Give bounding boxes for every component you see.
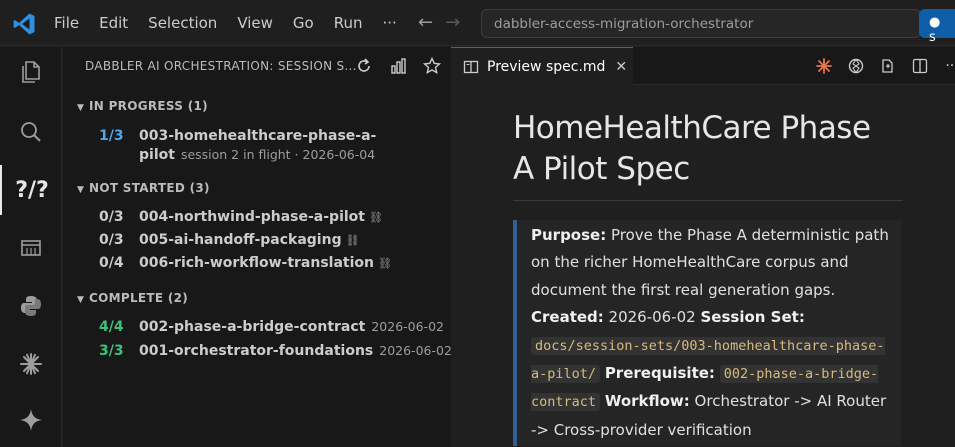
session-set-name: 006-rich-workflow-translation — [139, 255, 374, 271]
created-value: 2026-06-02 — [603, 308, 701, 327]
document-title: HomeHealthCare Phase A Pilot Spec — [513, 108, 903, 201]
tab-label: Preview spec.md — [487, 58, 606, 75]
chart-icon[interactable] — [387, 55, 409, 77]
section-complete[interactable]: ▼ COMPLETE (2) — [77, 291, 188, 305]
menu-file[interactable]: File — [44, 14, 89, 32]
preview-icon — [463, 60, 479, 73]
session-set-date: 2026-06-02 — [379, 343, 452, 358]
back-arrow-icon[interactable]: ← — [418, 12, 433, 33]
section-not-started[interactable]: ▼ NOT STARTED (3) — [77, 181, 210, 195]
menu-more[interactable]: ··· — [373, 14, 407, 32]
session-set-row-cont[interactable]: pilot session 2 in flight · 2026-06-04 — [99, 147, 375, 163]
progress-count: 0/4 — [99, 255, 124, 271]
session-set-name: 005-ai-handoff-packaging — [139, 232, 342, 248]
session-set-name: pilot — [139, 147, 175, 163]
created-label: Created: — [531, 308, 604, 327]
section-in-progress[interactable]: ▼ IN PROGRESS (1) — [77, 99, 208, 113]
search-icon[interactable] — [0, 107, 62, 157]
python-icon[interactable] — [0, 281, 62, 331]
prerequisite-label: Prerequisite: — [604, 364, 715, 383]
explorer-icon[interactable] — [0, 47, 62, 97]
menu-view[interactable]: View — [227, 14, 283, 32]
navigation-arrows: ← → — [418, 12, 460, 33]
ai-orchestration-icon[interactable]: ?/? — [0, 165, 62, 215]
link-icon: ⛓ — [378, 257, 392, 270]
menu-edit[interactable]: Edit — [89, 14, 138, 32]
session-set-name: 004-northwind-phase-a-pilot — [139, 209, 365, 225]
tab-bar: Preview spec.md ✕ ··· — [451, 47, 955, 85]
compare-icon[interactable] — [877, 55, 899, 77]
tab-preview-spec[interactable]: Preview spec.md ✕ — [451, 47, 633, 85]
session-set-row[interactable]: 0/3 005-ai-handoff-packaging ⛓ — [99, 232, 360, 248]
menu-run[interactable]: Run — [324, 14, 373, 32]
refresh-icon[interactable] — [353, 55, 375, 77]
session-set-name: 001-orchestrator-foundations — [139, 343, 374, 359]
progress-count: 4/4 — [99, 319, 124, 335]
purpose-label: Purpose: — [531, 226, 607, 244]
session-set-row[interactable]: 0/4 006-rich-workflow-translation ⛓ — [99, 255, 392, 271]
session-set-label: Session Set: — [700, 308, 805, 327]
link-icon: ⛓ — [345, 234, 360, 247]
progress-count: 0/3 — [99, 209, 124, 225]
spec-blockquote: Purpose: Prove the Phase A deterministic… — [513, 220, 901, 447]
link-icon: ⛓ — [368, 211, 383, 224]
sparkle-icon[interactable] — [0, 395, 62, 445]
workflow-label: Workflow: — [604, 392, 690, 411]
split-editor-icon[interactable] — [909, 55, 931, 77]
editor-area: Preview spec.md ✕ ··· HomeHealthCare Pha… — [451, 47, 955, 447]
session-set-date: 2026-06-02 — [371, 319, 445, 334]
session-set-row[interactable]: 4/4 002-phase-a-bridge-contract 2026-06-02 — [99, 319, 444, 335]
session-set-name: 003-homehealthcare-phase-a- — [139, 128, 377, 144]
session-set-meta: session 2 in flight · 2026-06-04 — [180, 147, 376, 162]
activity-bar: ?/? — [0, 47, 62, 447]
menu-go[interactable]: Go — [283, 14, 324, 32]
title-bar: File Edit Selection View Go Run ··· ← → … — [0, 0, 955, 46]
sidebar-title: DABBLER AI ORCHESTRATION: SESSION S... — [85, 59, 357, 73]
chevron-down-icon: ▼ — [77, 103, 85, 113]
session-set-row[interactable]: 1/3 003-homehealthcare-phase-a- — [99, 128, 376, 144]
close-icon[interactable]: ✕ — [615, 59, 627, 75]
session-set-row[interactable]: 0/3 004-northwind-phase-a-pilot ⛓ — [99, 209, 383, 225]
progress-count: 1/3 — [99, 128, 124, 144]
chevron-down-icon: ▼ — [77, 185, 85, 195]
chevron-down-icon: ▼ — [77, 295, 85, 305]
remote-explorer-icon[interactable] — [0, 223, 62, 273]
session-set-name: 002-phase-a-bridge-contract — [139, 319, 366, 335]
sidebar-actions — [353, 55, 443, 77]
starburst-ai-icon[interactable] — [0, 339, 62, 389]
command-center-search[interactable]: dabbler-access-migration-orchestrator — [481, 9, 921, 38]
menu-bar: File Edit Selection View Go Run ··· — [44, 0, 407, 46]
editor-actions: ··· — [813, 55, 955, 77]
command-center-status[interactable]: ● s — [919, 9, 955, 45]
session-set-row[interactable]: 3/3 001-orchestrator-foundations 2026-06-0… — [99, 343, 452, 359]
vscode-logo-icon — [13, 13, 35, 35]
star-icon[interactable] — [421, 55, 443, 77]
progress-count: 3/3 — [99, 343, 124, 359]
more-actions-icon[interactable]: ··· — [941, 55, 955, 77]
session-sets-sidebar: DABBLER AI ORCHESTRATION: SESSION S... ▼… — [63, 47, 452, 447]
markdown-preview: HomeHealthCare Phase A Pilot Spec Purpose… — [513, 85, 903, 447]
menu-selection[interactable]: Selection — [138, 14, 227, 32]
claude-icon[interactable] — [813, 55, 835, 77]
progress-count: 0/3 — [99, 232, 124, 248]
openai-icon[interactable] — [845, 55, 867, 77]
forward-arrow-icon[interactable]: → — [445, 12, 460, 33]
